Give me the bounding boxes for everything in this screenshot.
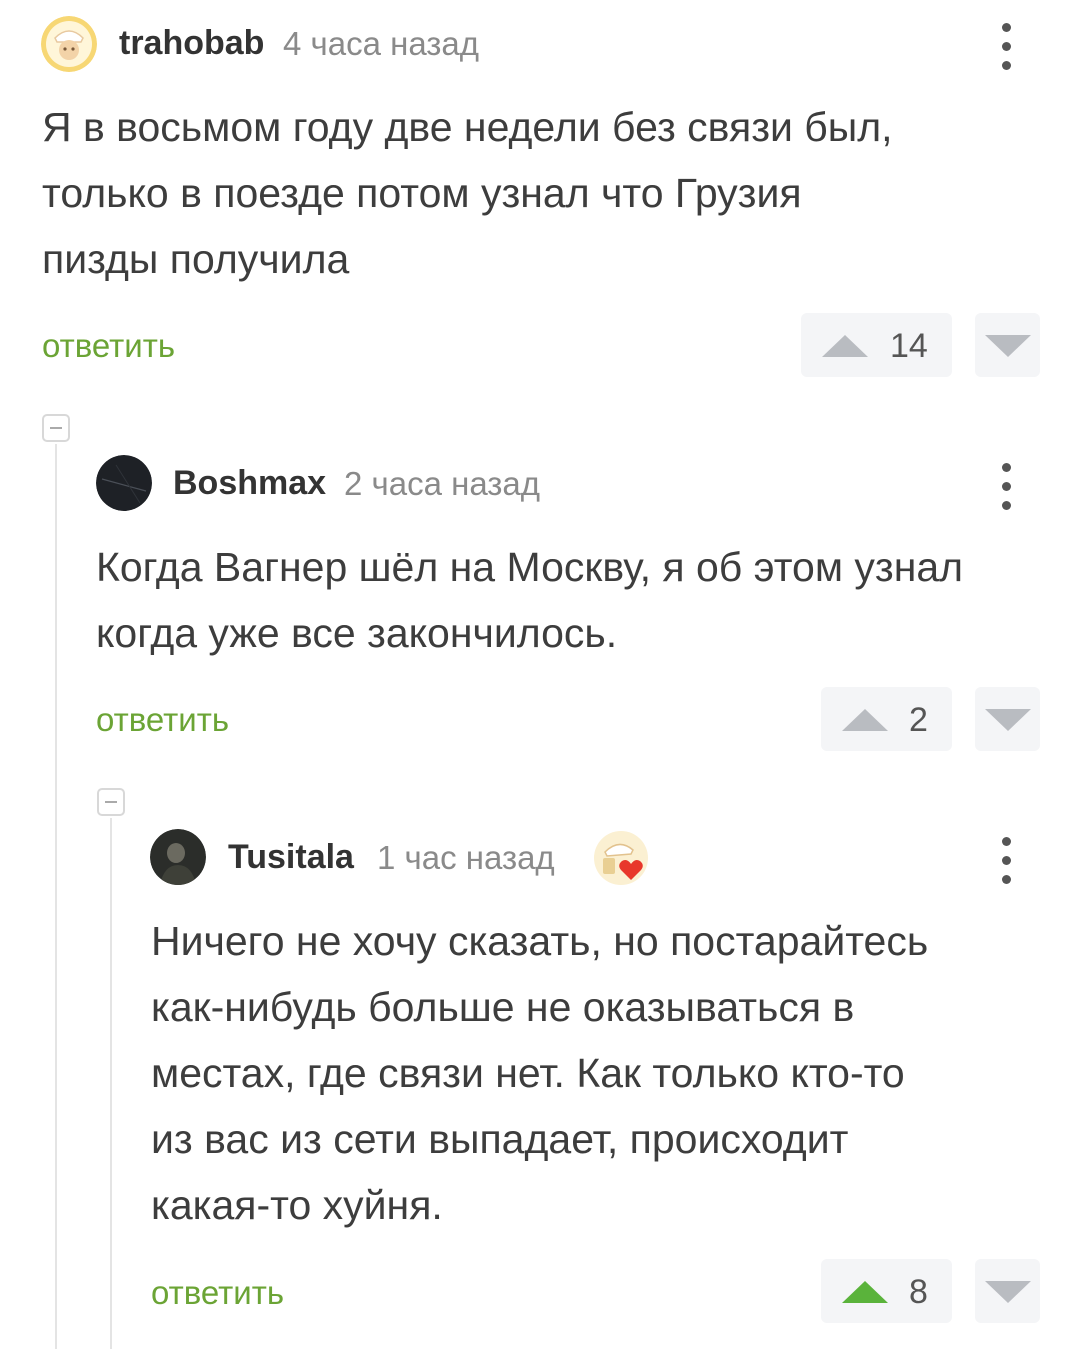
comment-text-line: Ничего не хочу сказать, но постарайтесь — [151, 918, 929, 964]
comment-text-line: местах, где связи нет. Как только кто-то — [151, 1050, 905, 1096]
avatar[interactable] — [150, 829, 206, 885]
reply-link[interactable]: ответить — [151, 1274, 284, 1312]
comment-text-line: пизды получила — [42, 236, 350, 282]
comment-time: 2 часа назад — [344, 465, 541, 502]
vote-count: 8 — [909, 1273, 928, 1311]
avatar[interactable] — [96, 455, 152, 511]
thread-line-level-1 — [55, 444, 57, 1349]
downvote-button[interactable] — [975, 1259, 1040, 1323]
comment-text-line: когда уже все закончилось. — [96, 610, 618, 656]
collapse-thread-button[interactable] — [97, 788, 125, 816]
collapse-thread-button[interactable] — [42, 414, 70, 442]
comment-text: Когда Вагнер шёл на Москву, я об этом уз… — [96, 534, 963, 666]
more-options-icon[interactable] — [1002, 23, 1012, 80]
upvote-arrow-icon — [842, 709, 888, 731]
username[interactable]: Tusitala — [228, 838, 354, 877]
heart-badge-icon — [593, 830, 649, 886]
upvote-button[interactable]: 8 — [821, 1259, 952, 1323]
reply-link[interactable]: ответить — [96, 701, 229, 739]
upvote-button[interactable]: 14 — [801, 313, 952, 377]
downvote-arrow-icon — [985, 1281, 1031, 1303]
comment-time: 4 часа назад — [283, 25, 480, 62]
more-options-icon[interactable] — [1002, 463, 1012, 520]
comment-text: Я в восьмом году две недели без связи бы… — [42, 94, 893, 292]
comment-text-line: как-нибудь больше не оказываться в — [151, 984, 855, 1030]
comment-text-line: из вас из сети выпадает, происходит — [151, 1116, 849, 1162]
upvote-arrow-icon — [822, 335, 868, 357]
comment-text-line: Я в восьмом году две недели без связи бы… — [42, 104, 893, 150]
comment-text-line: только в поезде потом узнал что Грузия — [42, 170, 802, 216]
comment-text: Ничего не хочу сказать, но постарайтесь … — [151, 908, 928, 1238]
comment-text-line: какая-то хуйня. — [151, 1182, 443, 1228]
username[interactable]: Boshmax — [173, 464, 326, 503]
downvote-arrow-icon — [985, 709, 1031, 731]
avatar[interactable] — [41, 16, 97, 72]
downvote-button[interactable] — [975, 687, 1040, 751]
comment-time: 1 час назад — [377, 839, 555, 876]
username[interactable]: trahobab — [119, 24, 264, 63]
more-options-icon[interactable] — [1002, 837, 1012, 894]
downvote-arrow-icon — [985, 335, 1031, 357]
upvote-button[interactable]: 2 — [821, 687, 952, 751]
downvote-button[interactable] — [975, 313, 1040, 377]
vote-count: 2 — [909, 701, 928, 739]
reply-link[interactable]: ответить — [42, 327, 175, 365]
comment-text-line: Когда Вагнер шёл на Москву, я об этом уз… — [96, 544, 964, 590]
thread-line-level-2 — [110, 818, 112, 1349]
upvote-arrow-icon — [842, 1281, 888, 1303]
vote-count: 14 — [890, 327, 928, 365]
